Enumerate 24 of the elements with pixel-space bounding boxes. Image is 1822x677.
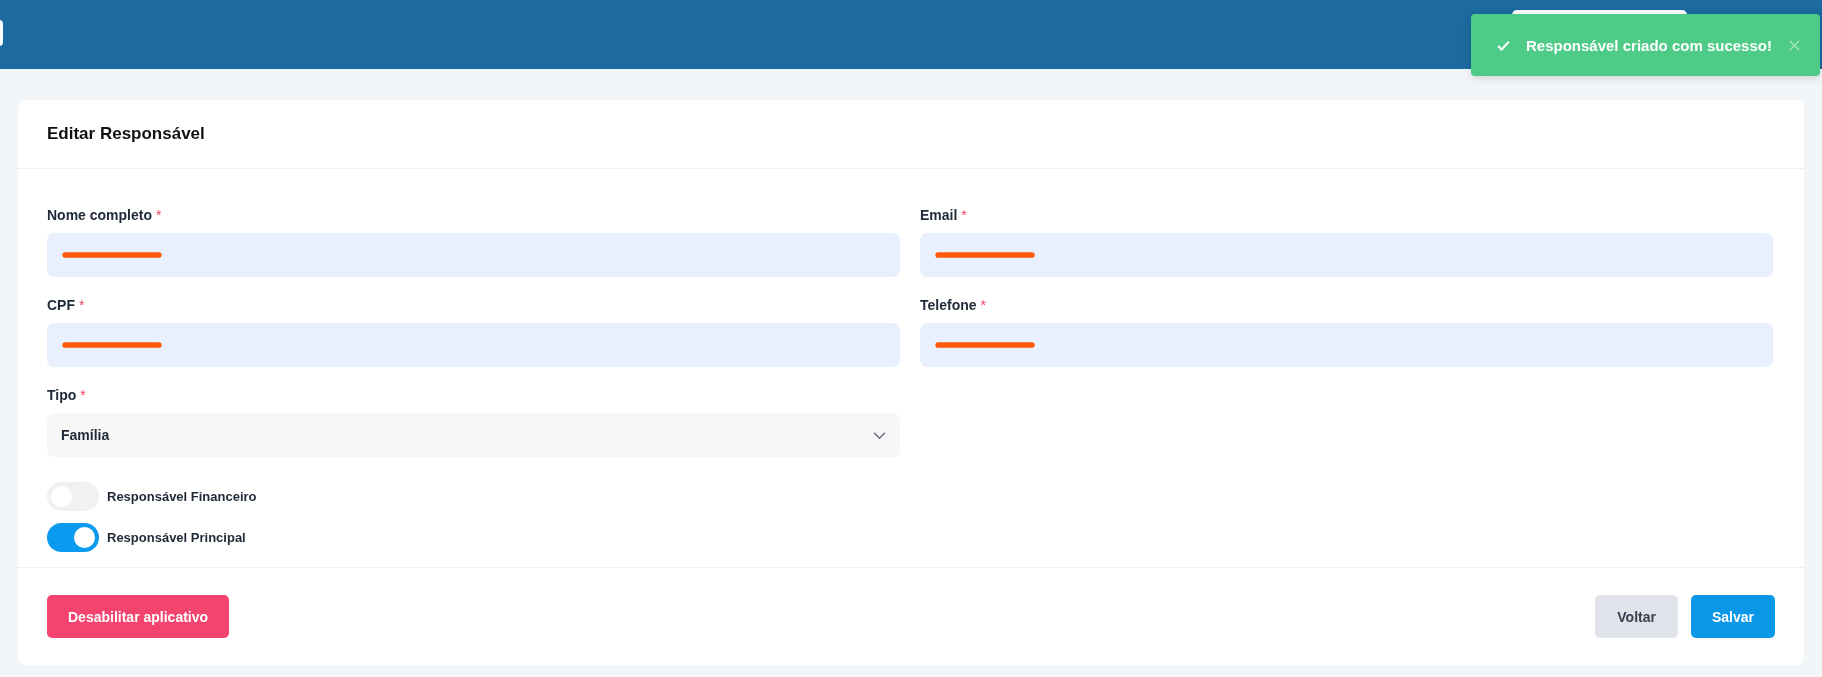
required-mark: *: [80, 387, 86, 403]
field-label: Email: [920, 207, 958, 223]
input-field[interactable]: [47, 323, 900, 367]
toggle-switch[interactable]: [47, 523, 99, 552]
required-mark: *: [961, 207, 967, 223]
input-field[interactable]: [920, 233, 1773, 277]
toast-message: Responsável criado com sucesso!: [1526, 36, 1773, 54]
field-label: Telefone: [920, 297, 977, 313]
toggle-label: Responsável Principal: [107, 530, 246, 545]
required-mark: *: [980, 297, 986, 313]
required-mark: *: [156, 207, 162, 223]
disable-app-button[interactable]: Desabilitar aplicativo: [47, 595, 230, 638]
close-icon[interactable]: [1789, 39, 1800, 51]
input-field[interactable]: [920, 323, 1773, 367]
input-field[interactable]: [47, 233, 900, 277]
field-label: CPF: [47, 297, 75, 313]
chevron-down-icon: [873, 430, 886, 440]
field-label: Nome completo: [47, 207, 152, 223]
select-field[interactable]: Família: [47, 413, 900, 457]
toggle-label: Responsável Financeiro: [107, 489, 257, 504]
back-button[interactable]: Voltar: [1595, 595, 1678, 638]
required-mark: *: [79, 297, 85, 313]
card-title: Editar Responsável: [47, 124, 205, 144]
field-label: Tipo: [47, 387, 77, 403]
